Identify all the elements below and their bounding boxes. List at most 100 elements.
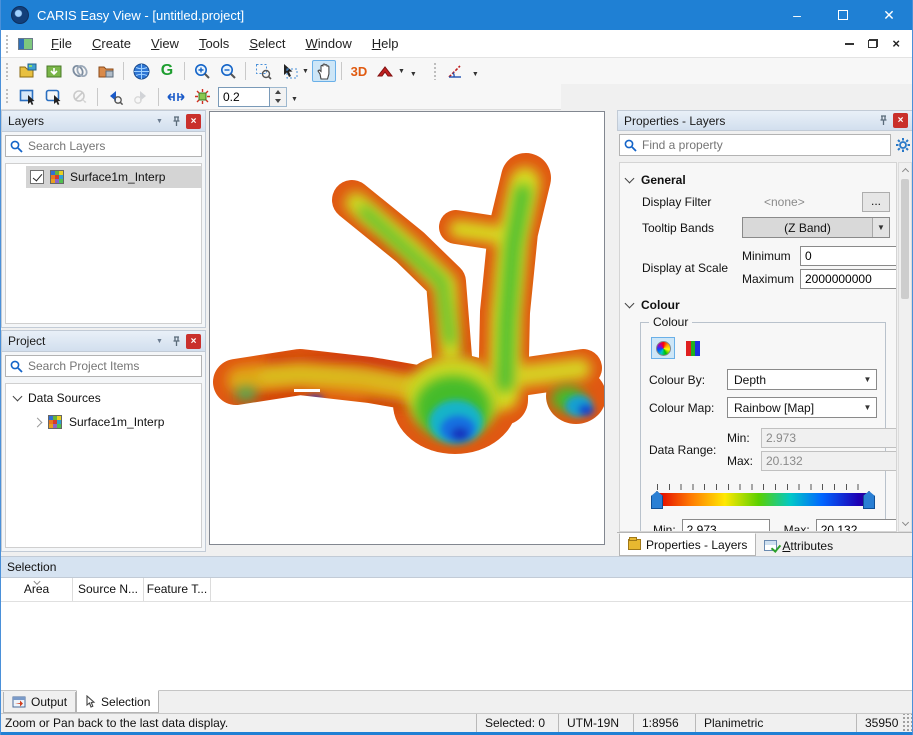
select-by-area-button[interactable] xyxy=(42,86,66,108)
maximize-button[interactable] xyxy=(820,0,866,30)
chevron-down-icon[interactable] xyxy=(13,392,23,402)
chevron-down-icon: ▼ xyxy=(859,403,876,412)
menu-select[interactable]: Select xyxy=(239,32,295,55)
flash-selection-button[interactable] xyxy=(190,86,214,108)
project-search-input[interactable] xyxy=(28,359,197,373)
world-view-button[interactable] xyxy=(129,60,153,82)
chevron-right-icon[interactable] xyxy=(33,417,43,427)
minimize-button[interactable]: – xyxy=(774,0,820,30)
scroll-up-button[interactable] xyxy=(899,163,911,177)
menu-file[interactable]: File xyxy=(41,32,82,55)
column-header-area[interactable]: Area xyxy=(1,578,73,601)
project-search[interactable] xyxy=(5,355,202,377)
tooltip-bands-select[interactable]: (Z Band) ▼ xyxy=(742,217,890,238)
properties-scrollbar[interactable] xyxy=(898,162,912,532)
menu-create[interactable]: Create xyxy=(82,32,141,55)
section-colour[interactable]: Colour xyxy=(626,298,890,312)
scale-input[interactable] xyxy=(218,87,270,107)
layers-search[interactable] xyxy=(5,135,202,157)
display-at-scale-label: Display at Scale xyxy=(642,261,742,275)
spin-down-button[interactable] xyxy=(270,97,286,106)
column-header-source-name[interactable]: Source N... xyxy=(73,578,144,601)
range-min-input[interactable] xyxy=(682,519,770,532)
toolbar-grip[interactable] xyxy=(5,34,10,53)
tree-node-data-sources[interactable]: Data Sources xyxy=(6,388,201,408)
panel-close-button[interactable]: × xyxy=(186,114,201,129)
colour-wheel-button[interactable] xyxy=(651,337,675,359)
menu-view[interactable]: View xyxy=(141,32,189,55)
scrollbar-thumb[interactable] xyxy=(901,179,909,299)
layers-search-input[interactable] xyxy=(28,139,197,153)
panel-menu-button[interactable]: ▼ xyxy=(152,114,167,129)
property-search-input[interactable] xyxy=(642,138,886,152)
pin-icon[interactable] xyxy=(169,114,184,129)
measure-overflow-button[interactable]: ▼ xyxy=(472,71,479,78)
zoom-out-button[interactable] xyxy=(216,60,240,82)
close-button[interactable]: ✕ xyxy=(866,0,912,30)
measure-tool-button[interactable] xyxy=(444,60,468,82)
menu-help[interactable]: Help xyxy=(362,32,409,55)
panel-close-button[interactable]: × xyxy=(893,113,908,128)
pan-tool-button[interactable] xyxy=(312,60,336,82)
app-logo-icon xyxy=(11,6,29,24)
tree-node-surface1m-interp[interactable]: Surface1m_Interp xyxy=(6,412,201,432)
google-earth-button[interactable]: G xyxy=(155,60,179,82)
zoom-in-button[interactable] xyxy=(190,60,214,82)
toolbar-overflow-button[interactable]: ▼ xyxy=(410,71,417,78)
rgb-bands-button[interactable] xyxy=(681,337,705,359)
scale-minimum-input[interactable] xyxy=(800,246,897,266)
mdi-close-button[interactable]: × xyxy=(892,39,900,48)
select-tool-dropdown[interactable]: ▼ xyxy=(302,68,309,75)
scroll-down-button[interactable] xyxy=(899,517,911,531)
mdi-restore-button[interactable] xyxy=(868,39,878,48)
mdi-minimize-button[interactable] xyxy=(845,43,854,45)
tab-output[interactable]: Output xyxy=(3,692,76,713)
zoom-area-icon xyxy=(255,63,272,80)
colour-by-select[interactable]: Depth ▼ xyxy=(727,369,877,390)
import-data-button[interactable] xyxy=(42,60,66,82)
3d-view-button[interactable]: 3D xyxy=(347,60,371,82)
display-filter-browse-button[interactable]: ... xyxy=(862,192,890,212)
save-project-button[interactable] xyxy=(94,60,118,82)
map-viewport[interactable] xyxy=(209,111,605,545)
open-project-button[interactable] xyxy=(16,60,40,82)
app-window: CARIS Easy View - [untitled.project] – ✕… xyxy=(0,0,913,735)
flyover-dropdown[interactable]: ▼ xyxy=(398,68,405,75)
flyover-button[interactable] xyxy=(373,60,397,82)
toolbar-grip[interactable] xyxy=(5,88,10,106)
mdi-document-icon[interactable] xyxy=(18,38,33,50)
select-by-rectangle-button[interactable] xyxy=(16,86,40,108)
pin-icon[interactable] xyxy=(169,334,184,349)
tab-properties-layers[interactable]: Properties - Layers xyxy=(619,533,756,556)
link-button[interactable] xyxy=(68,60,92,82)
menu-window[interactable]: Window xyxy=(295,32,361,55)
section-general[interactable]: General xyxy=(626,173,890,187)
toolbar-grip[interactable] xyxy=(433,62,438,80)
tab-label: Output xyxy=(31,695,67,709)
property-search[interactable] xyxy=(619,134,891,156)
status-code: 35950 xyxy=(856,714,902,732)
panel-close-button[interactable]: × xyxy=(186,334,201,349)
column-header-feature-type[interactable]: Feature T... xyxy=(144,578,211,601)
import-icon xyxy=(46,63,62,79)
layer-visibility-checkbox[interactable] xyxy=(30,170,44,184)
pin-icon[interactable] xyxy=(876,113,891,128)
resize-grip[interactable] xyxy=(902,714,913,732)
select-tool-button[interactable] xyxy=(277,60,301,82)
colour-map-select[interactable]: Rainbow [Map] ▼ xyxy=(727,397,877,418)
toolbar-overflow-button[interactable]: ▼ xyxy=(291,96,298,103)
scale-maximum-input[interactable] xyxy=(800,269,897,289)
tab-attributes[interactable]: Attributes xyxy=(756,535,841,556)
range-max-input[interactable] xyxy=(816,519,897,532)
zoom-area-button[interactable] xyxy=(251,60,275,82)
menu-tools[interactable]: Tools xyxy=(189,32,239,55)
gear-icon[interactable] xyxy=(895,137,911,153)
panel-menu-button[interactable]: ▼ xyxy=(152,334,167,349)
tab-selection[interactable]: Selection xyxy=(76,690,159,713)
spin-up-button[interactable] xyxy=(270,88,286,97)
layer-item-surface1m-interp[interactable]: Surface1m_Interp xyxy=(26,166,201,188)
fit-width-button[interactable] xyxy=(164,86,188,108)
toolbar-grip[interactable] xyxy=(5,62,10,80)
previous-view-button[interactable] xyxy=(103,86,127,108)
menu-bar: File Create View Tools Select Window Hel… xyxy=(1,30,912,58)
